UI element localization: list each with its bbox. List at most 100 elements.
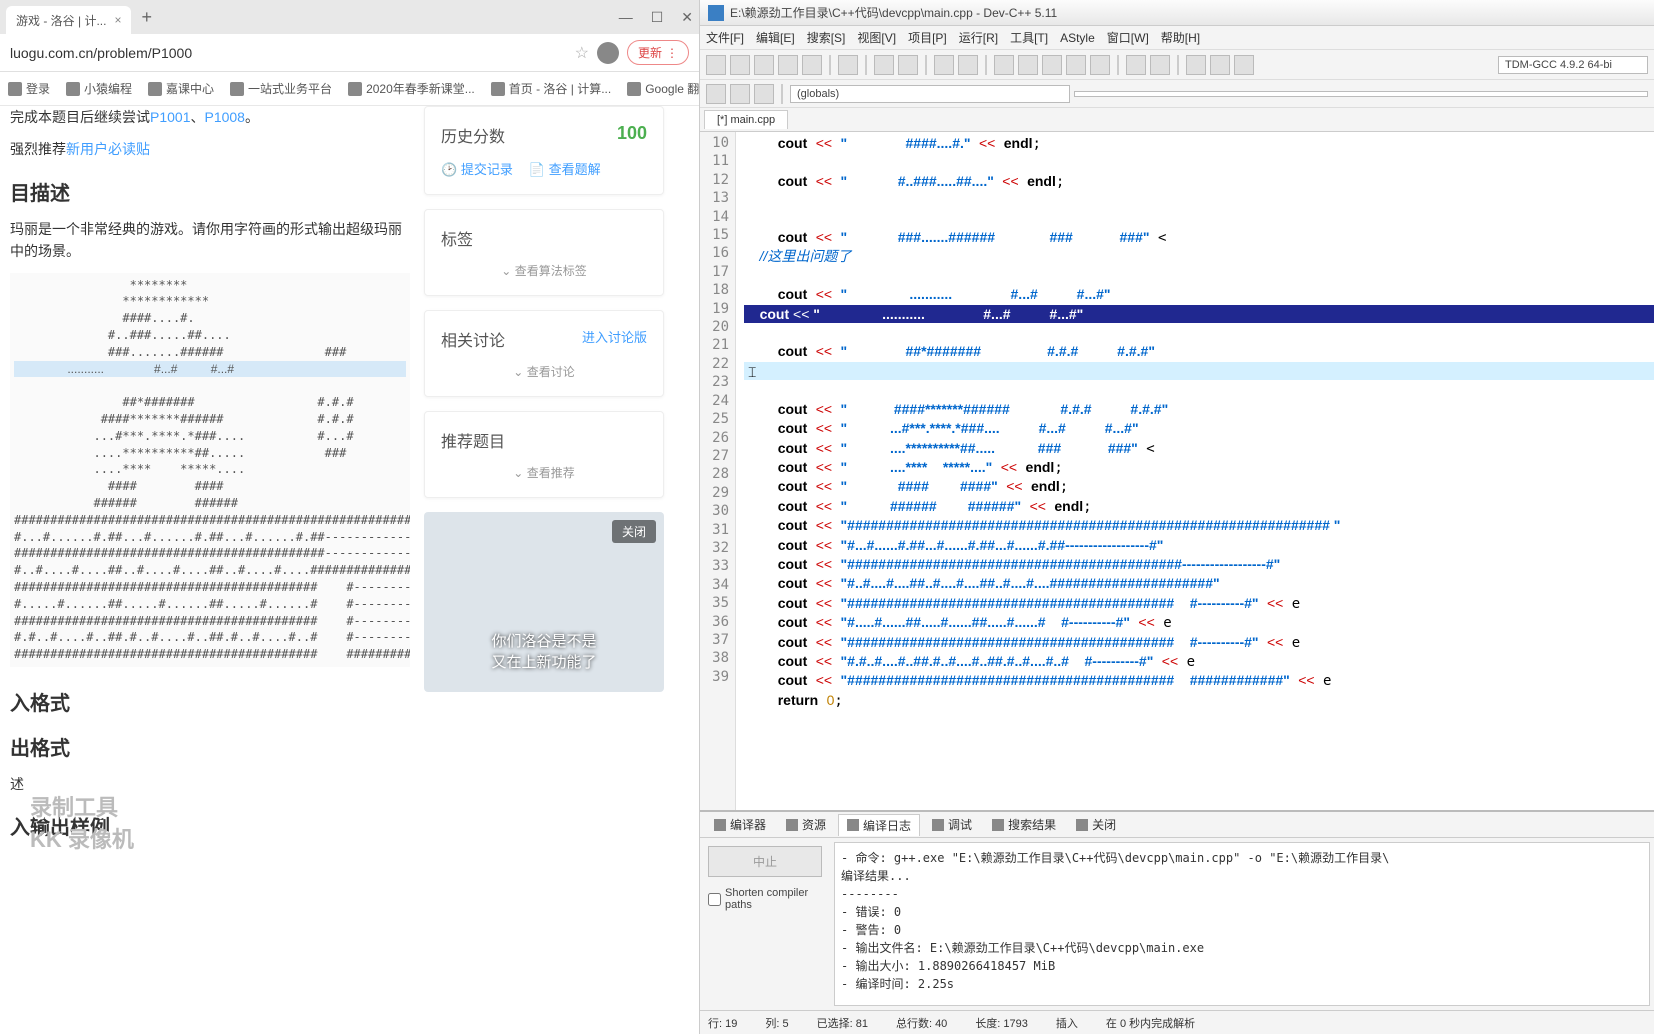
shorten-paths-checkbox[interactable]: Shorten compiler paths bbox=[708, 887, 822, 911]
recommend-expand[interactable]: ⌄ 查看推荐 bbox=[441, 464, 647, 481]
globals-selector[interactable]: (globals) bbox=[790, 85, 1070, 103]
compile-icon[interactable] bbox=[994, 55, 1014, 75]
goto-icon[interactable] bbox=[706, 84, 726, 104]
status-parse: 在 0 秒内完成解析 bbox=[1106, 1015, 1195, 1031]
toolbar-secondary: (globals) bbox=[700, 80, 1654, 108]
chrome-update-button[interactable]: 更新⋮ bbox=[627, 40, 689, 65]
tab-compiler[interactable]: 编译器 bbox=[706, 814, 774, 835]
menu-view[interactable]: 视图[V] bbox=[857, 29, 896, 46]
abort-button[interactable]: 中止 bbox=[708, 846, 822, 877]
discuss-title: 相关讨论进入讨论版 bbox=[441, 327, 647, 351]
undo-icon[interactable] bbox=[874, 55, 894, 75]
save-all-icon[interactable] bbox=[778, 55, 798, 75]
bookmark-toggle-icon[interactable] bbox=[730, 84, 750, 104]
url-text[interactable]: luogu.com.cn/problem/P1000 bbox=[10, 45, 567, 61]
discuss-enter-link[interactable]: 进入讨论版 bbox=[582, 327, 647, 346]
menu-bar: 文件[F] 编辑[E] 搜索[S] 视图[V] 项目[P] 运行[R] 工具[T… bbox=[700, 26, 1654, 50]
tab-compile-log[interactable]: 编译日志 bbox=[838, 814, 920, 836]
tab-resources[interactable]: 资源 bbox=[778, 814, 834, 835]
maximize-icon[interactable]: ☐ bbox=[651, 9, 664, 26]
bookmark-item[interactable]: 登录 bbox=[8, 80, 50, 97]
bookmark-item[interactable]: 嘉课中心 bbox=[148, 80, 214, 97]
link-p1001[interactable]: P1001 bbox=[150, 109, 190, 125]
close-icon[interactable]: ✕ bbox=[681, 9, 693, 26]
rebuild-icon[interactable] bbox=[1066, 55, 1086, 75]
browser-tab[interactable]: 游戏 - 洛谷 | 计... × bbox=[6, 6, 131, 34]
menu-tools[interactable]: 工具[T] bbox=[1010, 29, 1048, 46]
status-col: 列: 5 bbox=[765, 1015, 788, 1031]
toolbar-sep bbox=[1117, 55, 1119, 75]
page-content: 完成本题目后继续尝试P1001、P1008。 强烈推荐新用户必读贴 目描述 玛丽… bbox=[0, 106, 699, 1034]
tab-close-icon[interactable]: × bbox=[114, 13, 121, 27]
bookmark-item[interactable]: 一站式业务平台 bbox=[230, 80, 332, 97]
log-tab-icon bbox=[847, 819, 859, 831]
status-insert: 插入 bbox=[1056, 1015, 1078, 1031]
ad-close-button[interactable]: 关闭 bbox=[612, 520, 656, 543]
redo-icon[interactable] bbox=[898, 55, 918, 75]
file-tab-main[interactable]: [*] main.cpp bbox=[704, 110, 788, 129]
shorten-check-input[interactable] bbox=[708, 893, 721, 906]
link-p1008[interactable]: P1008 bbox=[204, 109, 244, 125]
menu-help[interactable]: 帮助[H] bbox=[1161, 29, 1200, 46]
tool2-icon[interactable] bbox=[1210, 55, 1230, 75]
tab-close[interactable]: 关闭 bbox=[1068, 814, 1124, 835]
text-cursor-icon: ⌶ bbox=[748, 364, 756, 381]
find-icon[interactable] bbox=[934, 55, 954, 75]
tool3-icon[interactable] bbox=[1234, 55, 1254, 75]
code-editor[interactable]: 10 11 12 13 14 15 16 17 18 19 20 21 22 2… bbox=[700, 132, 1654, 810]
new-tab-button[interactable]: + bbox=[141, 7, 152, 28]
replace-icon[interactable] bbox=[958, 55, 978, 75]
tab-search-results[interactable]: 搜索结果 bbox=[984, 814, 1064, 835]
bookmark-icon bbox=[66, 82, 80, 96]
bookmark-item[interactable]: Google 翻译 bbox=[627, 80, 711, 97]
class-selector[interactable] bbox=[1074, 91, 1648, 97]
bookmark-star-icon[interactable]: ☆ bbox=[575, 43, 589, 63]
compile-run-icon[interactable] bbox=[1042, 55, 1062, 75]
discuss-expand[interactable]: ⌄ 查看讨论 bbox=[441, 363, 647, 380]
tab-debug[interactable]: 调试 bbox=[924, 814, 980, 835]
bookmark-item[interactable]: 首页 - 洛谷 | 计算... bbox=[491, 80, 611, 97]
menu-edit[interactable]: 编辑[E] bbox=[756, 29, 795, 46]
link-mustread[interactable]: 新用户必读贴 bbox=[66, 141, 150, 157]
save-icon[interactable] bbox=[754, 55, 774, 75]
browser-titlebar: 游戏 - 洛谷 | 计... × + — ☐ ✕ bbox=[0, 0, 699, 34]
compile-log-text[interactable]: - 命令: g++.exe "E:\赖源劲工作目录\C++代码\devcpp\m… bbox=[834, 842, 1650, 1006]
new-file-icon[interactable] bbox=[706, 55, 726, 75]
status-selected: 已选择: 81 bbox=[817, 1015, 868, 1031]
print-icon[interactable] bbox=[838, 55, 858, 75]
profile-avatar-icon[interactable] bbox=[597, 42, 619, 64]
menu-astyle[interactable]: AStyle bbox=[1060, 31, 1095, 45]
bookmark-item[interactable]: 小猿编程 bbox=[66, 80, 132, 97]
tab-title: 游戏 - 洛谷 | 计... bbox=[16, 12, 106, 29]
status-total-lines: 总行数: 40 bbox=[896, 1015, 947, 1031]
file-tabs: [*] main.cpp bbox=[700, 108, 1654, 132]
ad-banner[interactable]: 关闭 你们洛谷是不是 又在上新功能了 bbox=[424, 512, 664, 692]
run-icon[interactable] bbox=[1018, 55, 1038, 75]
watermark: 录制工具 KK 录像机 bbox=[30, 790, 134, 854]
link-solution[interactable]: 📄 查看题解 bbox=[529, 159, 601, 178]
score-value: 100 bbox=[617, 123, 647, 144]
recommend-text: 强烈推荐新用户必读贴 bbox=[10, 138, 410, 160]
compiler-selector[interactable]: TDM-GCC 4.9.2 64-bi bbox=[1498, 56, 1648, 74]
code-area[interactable]: cout << " ####....#." << endl; cout << "… bbox=[736, 132, 1654, 810]
delete-icon[interactable] bbox=[1150, 55, 1170, 75]
address-bar: luogu.com.cn/problem/P1000 ☆ 更新⋮ bbox=[0, 34, 699, 72]
tags-expand[interactable]: ⌄ 查看算法标签 bbox=[441, 262, 647, 279]
link-submit-record[interactable]: 🕑 提交记录 bbox=[441, 159, 513, 178]
open-icon[interactable] bbox=[730, 55, 750, 75]
tags-title: 标签 bbox=[441, 226, 647, 250]
close-file-icon[interactable] bbox=[802, 55, 822, 75]
menu-window[interactable]: 窗口[W] bbox=[1107, 29, 1149, 46]
menu-file[interactable]: 文件[F] bbox=[706, 29, 744, 46]
debug-icon[interactable] bbox=[1090, 55, 1110, 75]
tool1-icon[interactable] bbox=[1186, 55, 1206, 75]
output-controls: 中止 Shorten compiler paths bbox=[700, 838, 830, 1010]
bookmark-goto-icon[interactable] bbox=[754, 84, 774, 104]
menu-search[interactable]: 搜索[S] bbox=[807, 29, 846, 46]
bookmark-icon bbox=[491, 82, 505, 96]
bookmark-item[interactable]: 2020年春季新课堂... bbox=[348, 80, 475, 97]
minimize-icon[interactable]: — bbox=[619, 9, 633, 26]
menu-run[interactable]: 运行[R] bbox=[959, 29, 998, 46]
menu-project[interactable]: 项目[P] bbox=[908, 29, 947, 46]
profile-icon[interactable] bbox=[1126, 55, 1146, 75]
